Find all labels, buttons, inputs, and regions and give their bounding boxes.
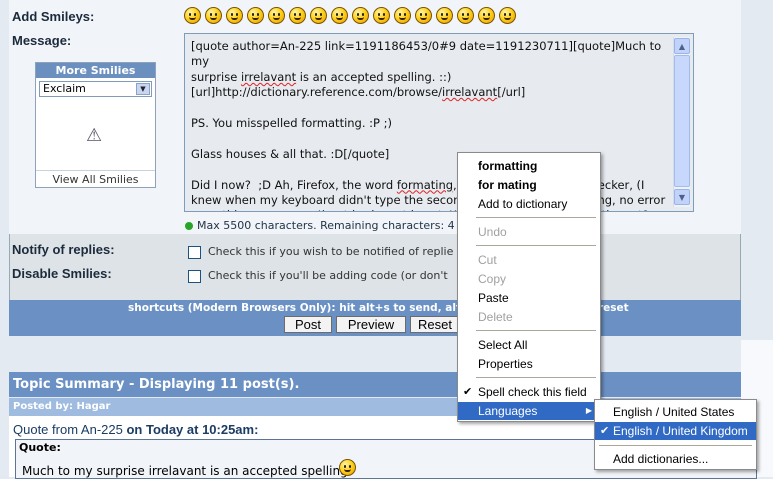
cut-item[interactable]: Cut	[458, 251, 600, 269]
copy-item[interactable]: Copy	[458, 270, 600, 288]
disable-smilies-text: Check this if you'll be adding code (or …	[208, 269, 448, 282]
disable-smilies-row: Check this if you'll be adding code (or …	[188, 269, 448, 283]
select-all-item[interactable]: Select All	[458, 336, 600, 354]
checkmark-icon: ✔	[600, 425, 610, 437]
notify-label: Notify of replies:	[12, 242, 115, 257]
lips-sealed-icon[interactable]	[436, 7, 453, 24]
smiley-bar	[184, 7, 520, 26]
more-smilies-title: More Smilies	[36, 63, 155, 78]
quote-from: Quote from An-225 on Today at 10:25am:	[13, 422, 258, 437]
undo-item[interactable]: Undo	[458, 223, 600, 241]
language-en-us[interactable]: English / United States	[595, 403, 756, 421]
misspelled-word[interactable]: irrelavant	[442, 85, 497, 99]
warning-icon: ⚠	[86, 125, 103, 146]
disable-smilies-label: Disable Smilies:	[12, 266, 112, 281]
suggestion-for-mating[interactable]: for mating	[458, 176, 600, 194]
misspelled-word[interactable]: formating	[397, 178, 453, 192]
quote-from-link[interactable]: Quote from An-225	[13, 422, 123, 437]
menu-divider	[476, 245, 596, 246]
quote-label: Quote:	[19, 441, 61, 454]
misspelled-word[interactable]: irrelavant	[241, 70, 296, 84]
misspelled-word[interactable]: irrelavant	[352, 208, 407, 211]
reset-button[interactable]: Reset	[410, 316, 460, 333]
notify-text: Check this if you wish to be notified of…	[208, 245, 454, 258]
add-dictionaries-item[interactable]: Add dictionaries...	[595, 450, 756, 468]
language-en-uk-label: English / United Kingdom	[613, 424, 748, 438]
chevron-down-icon[interactable]: ▼	[136, 83, 150, 95]
disable-smilies-checkbox[interactable]	[188, 269, 201, 283]
message-scrollbar[interactable]: ▲ ▼	[673, 37, 690, 207]
scroll-up-icon[interactable]: ▲	[674, 38, 690, 54]
menu-divider	[599, 445, 752, 446]
smiley-select[interactable]: Exclaim ▼	[39, 81, 152, 97]
angry-icon[interactable]	[289, 7, 306, 24]
message-line: PS. You misspelled formatting. :P ;)	[191, 116, 392, 131]
spell-check-item[interactable]: ✔ Spell check this field	[458, 383, 600, 401]
context-menu: formatting for mating Add to dictionary …	[457, 152, 601, 422]
tongue-icon[interactable]	[226, 7, 243, 24]
menu-divider	[476, 377, 596, 378]
view-all-smilies-link[interactable]: View All Smilies	[36, 170, 155, 187]
quote-text: Much to my surprise irrelavant is an acc…	[22, 464, 352, 478]
smile-icon[interactable]	[184, 7, 201, 24]
properties-item[interactable]: Properties	[458, 355, 600, 373]
preview-button[interactable]: Preview	[336, 316, 406, 333]
undecided-icon[interactable]	[457, 7, 474, 24]
scroll-down-icon[interactable]: ▼	[674, 189, 690, 205]
languages-label: Languages	[478, 404, 538, 418]
notify-checkbox[interactable]	[188, 245, 201, 259]
message-label: Message:	[12, 33, 72, 48]
add-to-dictionary-item[interactable]: Add to dictionary	[458, 195, 600, 213]
message-textarea[interactable]: [quote author=An-225 link=1191186453/0#9…	[184, 33, 694, 212]
menu-divider	[476, 330, 596, 331]
notify-row: Check this if you wish to be notified of…	[188, 245, 453, 259]
languages-item[interactable]: Languages ▶	[458, 402, 600, 420]
message-line: [url]http://dictionary.reference.com/bro…	[191, 85, 526, 100]
spell-check-label: Spell check this field	[478, 385, 587, 399]
post-button[interactable]: Post	[284, 316, 332, 333]
sad-icon[interactable]	[268, 7, 285, 24]
grin-icon[interactable]	[205, 7, 222, 24]
message-line: [quote author=An-225 link=1191186453/0#9…	[191, 39, 665, 69]
shortcuts-text: shortcuts (Modern Browsers Only): hit al…	[128, 302, 478, 314]
checkmark-icon: ✔	[463, 386, 473, 398]
shocked-icon[interactable]	[310, 7, 327, 24]
message-line	[191, 101, 671, 116]
message-line	[191, 131, 671, 146]
paste-item[interactable]: Paste	[458, 289, 600, 307]
languages-submenu: English / United States ✔ English / Unite…	[594, 399, 757, 470]
surprised-icon[interactable]	[478, 7, 495, 24]
char-count-text: Max 5500 characters. Remaining character…	[197, 219, 455, 232]
language-en-uk[interactable]: ✔ English / United Kingdom	[595, 422, 756, 440]
suggestion-formatting[interactable]: formatting	[458, 157, 600, 175]
topic-summary-title: Topic Summary - Displaying 11 post(s).	[9, 372, 741, 397]
delete-item[interactable]: Delete	[458, 308, 600, 326]
chevron-right-icon: ▶	[585, 406, 592, 415]
add-smileys-label: Add Smileys:	[12, 9, 95, 24]
smirk-icon[interactable]	[352, 7, 369, 24]
message-line: surprise irrelavant is an accepted spell…	[191, 69, 452, 84]
cheesy-icon[interactable]	[394, 7, 411, 24]
menu-divider	[476, 217, 596, 218]
cry-icon[interactable]	[499, 7, 516, 24]
quote-from-date: on Today at 10:25am:	[126, 422, 259, 437]
laugh-icon[interactable]	[247, 7, 264, 24]
roll-eyes-icon[interactable]	[373, 7, 390, 24]
embarrassed-icon[interactable]	[415, 7, 432, 24]
char-count: Max 5500 characters. Remaining character…	[185, 219, 455, 232]
status-dot-icon	[185, 222, 193, 230]
cool-icon[interactable]	[331, 7, 348, 24]
roll-eyes-icon	[339, 459, 356, 476]
smiley-select-value: Exclaim	[43, 82, 86, 95]
shortcuts-tail: reset	[598, 302, 629, 314]
scroll-thumb[interactable]	[674, 55, 690, 187]
